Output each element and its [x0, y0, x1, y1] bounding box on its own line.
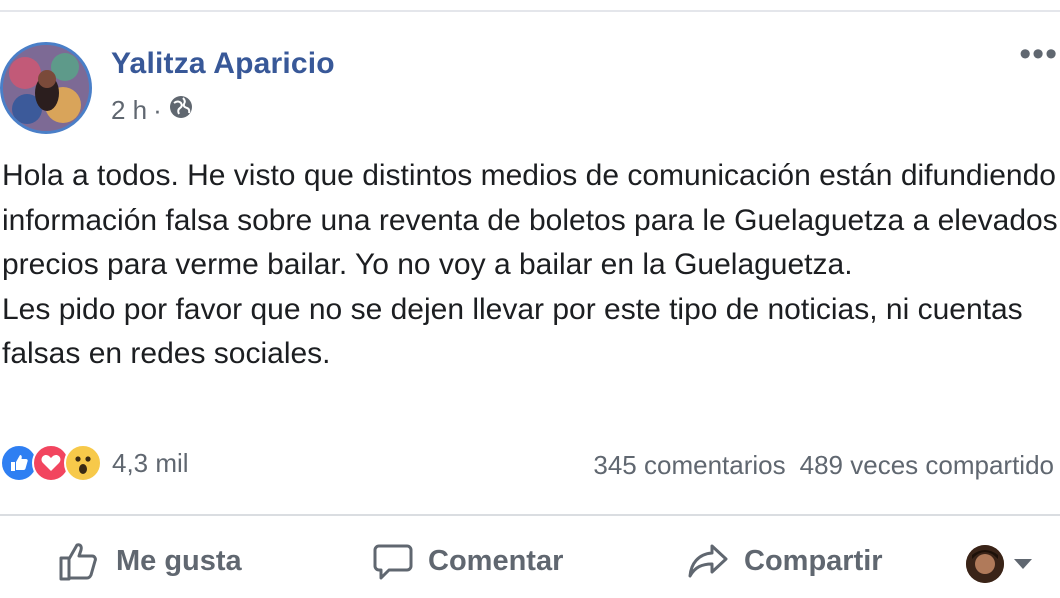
- author-name[interactable]: Yalitza Aparicio: [111, 47, 335, 81]
- share-button-label: Compartir: [744, 544, 883, 577]
- post-text: Hola a todos. He visto que distintos med…: [2, 154, 1058, 377]
- comment-button-label: Comentar: [428, 544, 564, 577]
- more-options-icon[interactable]: •••: [1019, 37, 1058, 71]
- post-as-selector[interactable]: [966, 545, 1032, 583]
- share-button[interactable]: Compartir: [686, 540, 883, 582]
- post-paragraph: Hola a todos. He visto que distintos med…: [2, 159, 1058, 281]
- meta-separator: ·: [153, 95, 162, 125]
- post-stats: 345 comentarios 489 veces compartido: [593, 450, 1054, 481]
- like-button-label: Me gusta: [116, 544, 242, 577]
- comments-count[interactable]: 345 comentarios: [593, 450, 785, 481]
- author-avatar[interactable]: [0, 42, 92, 134]
- wow-reaction-icon: [64, 444, 102, 482]
- share-arrow-icon: [688, 544, 728, 578]
- post-time[interactable]: 2 h: [111, 95, 147, 126]
- post-meta: 2 h ·: [111, 94, 194, 127]
- globe-icon[interactable]: [168, 94, 194, 127]
- post-card: Yalitza Aparicio 2 h · ••• Hola a todos.…: [0, 12, 1060, 598]
- thumbs-up-icon: [59, 543, 97, 581]
- user-avatar: [966, 545, 1004, 583]
- comment-button[interactable]: Comentar: [372, 540, 563, 582]
- reaction-count[interactable]: 4,3 mil: [112, 448, 189, 479]
- like-button[interactable]: Me gusta: [58, 540, 242, 582]
- comment-icon: [373, 544, 413, 580]
- post-paragraph: Les pido por favor que no se dejen lleva…: [2, 292, 1023, 371]
- actions-divider: [0, 514, 1060, 516]
- reactions-summary[interactable]: 4,3 mil: [0, 444, 189, 482]
- shares-count[interactable]: 489 veces compartido: [800, 450, 1054, 481]
- chevron-down-icon: [1014, 559, 1032, 569]
